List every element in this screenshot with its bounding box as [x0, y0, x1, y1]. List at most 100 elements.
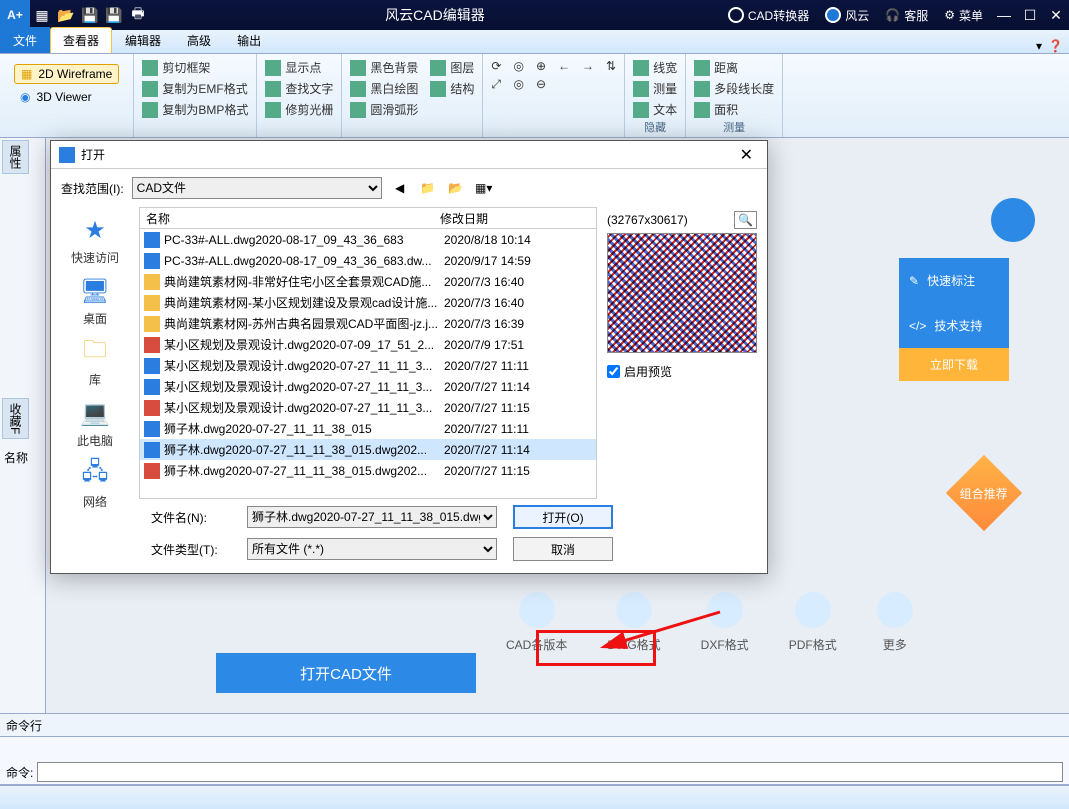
file-list[interactable]: PC-33#-ALL.dwg2020-08-17_09_43_36_683202… — [139, 229, 597, 499]
ribbon-nav6[interactable]: ⊖ — [536, 76, 546, 92]
side-desktop[interactable]: 🖥桌面 — [77, 276, 113, 327]
ribbon-text[interactable]: 文本 — [633, 100, 677, 119]
ribbon-linewidth[interactable]: 线宽 — [633, 58, 677, 77]
preview-zoom-icon[interactable]: 🔍 — [734, 211, 757, 229]
filename-field[interactable]: 狮子林.dwg2020-07-27_11_11_38_015.dwg — [247, 506, 497, 528]
file-row[interactable]: 某小区规划及景观设计.dwg2020-07-27_11_11_3...2020/… — [140, 376, 596, 397]
view-3d-viewer[interactable]: ◉3D Viewer — [14, 88, 119, 106]
open-button[interactable]: 打开(O) — [513, 505, 613, 529]
file-row[interactable]: 某小区规划及景观设计.dwg2020-07-09_17_51_2...2020/… — [140, 334, 596, 355]
ribbon-nav5[interactable]: ⊕ — [536, 58, 546, 74]
tab-viewer[interactable]: 查看器 — [50, 27, 112, 53]
ribbon-nav2[interactable]: ⤢ — [491, 76, 501, 93]
cad-converter-button[interactable]: CAD转换器 — [720, 0, 817, 30]
dialog-close-icon[interactable]: ✕ — [734, 145, 759, 165]
ribbon-nav4[interactable]: ◎ — [513, 76, 523, 92]
saveas-icon[interactable]: 💾 — [102, 7, 126, 24]
side-libraries[interactable]: 🗀库 — [77, 337, 113, 388]
ribbon-nav9[interactable]: ⇅ — [606, 58, 616, 74]
fmt-cad[interactable]: CAD各版本 — [506, 592, 567, 653]
ribbon-cut-frame[interactable]: 剪切框架 — [142, 58, 248, 77]
translate-fab-icon[interactable] — [991, 198, 1035, 242]
file-row[interactable]: 狮子林.dwg2020-07-27_11_11_38_0152020/7/27 … — [140, 418, 596, 439]
ribbon-group-hide-label: 隐藏 — [633, 119, 677, 135]
properties-panel-tab[interactable]: 属性 — [2, 140, 29, 174]
print-icon[interactable]: 🖶 — [126, 3, 150, 27]
help-icon[interactable]: ❓ — [1048, 39, 1063, 53]
ribbon-polyline-len[interactable]: 多段线长度 — [694, 79, 774, 98]
fmt-more[interactable]: 更多 — [877, 592, 913, 653]
view-menu-icon[interactable]: ▦▾ — [474, 178, 494, 198]
ribbon-structure[interactable]: 结构 — [430, 79, 474, 98]
ribbon-area[interactable]: 面积 — [694, 100, 774, 119]
dropdown-icon[interactable]: ▾ — [1036, 39, 1042, 53]
ribbon-nav7[interactable]: ← — [558, 58, 570, 74]
file-row[interactable]: PC-33#-ALL.dwg2020-08-17_09_43_36_683202… — [140, 229, 596, 250]
open-cad-button[interactable]: 打开CAD文件 — [216, 653, 476, 693]
fmt-pdf[interactable]: PDF格式 — [789, 592, 837, 653]
command-header: 命令行 — [0, 713, 1069, 737]
name-label: 名称 — [0, 441, 45, 474]
file-row[interactable]: 典尚建筑素材网-苏州古典名园景观CAD平面图-jz.j...2020/7/3 1… — [140, 313, 596, 334]
filetype-field[interactable]: 所有文件 (*.*) — [247, 538, 497, 560]
side-tech-support[interactable]: </>技术支持 — [899, 303, 1009, 348]
open-icon[interactable]: 📂 — [54, 7, 78, 24]
command-prompt: 命令: — [6, 764, 33, 781]
app-title: 风云CAD编辑器 — [150, 5, 720, 25]
ribbon-black-bg[interactable]: 黑色背景 — [350, 58, 418, 77]
ribbon-measure[interactable]: 测量 — [633, 79, 677, 98]
fmt-dwg[interactable]: DWG格式 — [607, 592, 660, 653]
back-icon[interactable]: ◀ — [390, 178, 410, 198]
ribbon-copy-emf[interactable]: 复制为EMF格式 — [142, 79, 248, 98]
tab-output[interactable]: 输出 — [224, 27, 274, 53]
ribbon-smooth-arc[interactable]: 圆滑弧形 — [350, 100, 418, 119]
up-icon[interactable]: 📁 — [418, 178, 438, 198]
file-row[interactable]: PC-33#-ALL.dwg2020-08-17_09_43_36_683.dw… — [140, 250, 596, 271]
close-icon[interactable]: ✕ — [1043, 7, 1069, 24]
menu-button[interactable]: ⚙菜单 — [936, 0, 991, 30]
ribbon-nav8[interactable]: → — [582, 58, 594, 74]
cancel-button[interactable]: 取消 — [513, 537, 613, 561]
file-row[interactable]: 典尚建筑素材网-非常好住宅小区全套景观CAD施...2020/7/3 16:40 — [140, 271, 596, 292]
file-row[interactable]: 狮子林.dwg2020-07-27_11_11_38_015.dwg202...… — [140, 460, 596, 481]
side-quick-access[interactable]: ★快速访问 — [71, 215, 119, 266]
fmt-dxf[interactable]: DXF格式 — [701, 592, 749, 653]
file-row[interactable]: 狮子林.dwg2020-07-27_11_11_38_015.dwg202...… — [140, 439, 596, 460]
ribbon-layers[interactable]: 图层 — [430, 58, 474, 77]
ribbon-group-measure-label: 测量 — [694, 119, 774, 135]
file-list-header[interactable]: 名称 修改日期 — [139, 207, 597, 229]
fengyun-button[interactable]: 风云 — [817, 0, 877, 30]
look-in-select[interactable]: CAD文件 — [132, 177, 382, 199]
new-folder-icon[interactable]: 📂 — [446, 178, 466, 198]
dialog-sidebar: ★快速访问 🖥桌面 🗀库 💻此电脑 🖧网络 — [51, 207, 139, 499]
tab-file[interactable]: 文件 — [0, 27, 50, 53]
format-row: CAD各版本 DWG格式 DXF格式 PDF格式 更多 — [506, 592, 913, 653]
ribbon-trim-raster[interactable]: 修剪光栅 — [265, 100, 333, 119]
enable-preview-checkbox[interactable]: 启用预览 — [607, 357, 757, 380]
ribbon-show-points[interactable]: 显示点 — [265, 58, 333, 77]
ribbon-copy-bmp[interactable]: 复制为BMP格式 — [142, 100, 248, 119]
side-this-pc[interactable]: 💻此电脑 — [77, 398, 113, 449]
view-2d-wireframe[interactable]: ▦2D Wireframe — [14, 64, 119, 84]
save-icon[interactable]: 💾 — [78, 7, 102, 24]
command-input[interactable] — [37, 762, 1063, 782]
maximize-icon[interactable]: ☐ — [1017, 7, 1043, 24]
file-row[interactable]: 某小区规划及景观设计.dwg2020-07-27_11_11_3...2020/… — [140, 397, 596, 418]
side-download[interactable]: 立即下载 — [899, 348, 1009, 381]
tab-editor[interactable]: 编辑器 — [112, 27, 174, 53]
tab-advanced[interactable]: 高级 — [174, 27, 224, 53]
side-quick-annotate[interactable]: ✎快速标注 — [899, 258, 1009, 303]
file-row[interactable]: 典尚建筑素材网-某小区规划建设及景观cad设计施...2020/7/3 16:4… — [140, 292, 596, 313]
file-row[interactable]: 某小区规划及景观设计.dwg2020-07-27_11_11_3...2020/… — [140, 355, 596, 376]
favorites-panel-tab[interactable]: 收藏F — [2, 398, 29, 439]
ribbon-nav3[interactable]: ◎ — [513, 58, 523, 74]
look-in-label: 查找范围(I): — [61, 180, 124, 197]
ribbon-distance[interactable]: 距离 — [694, 58, 774, 77]
new-icon[interactable]: ▦ — [30, 7, 54, 24]
support-button[interactable]: 🎧客服 — [877, 0, 936, 30]
ribbon-bw-draw[interactable]: 黑白绘图 — [350, 79, 418, 98]
ribbon-find-text[interactable]: 查找文字 — [265, 79, 333, 98]
preview-thumb — [607, 233, 757, 353]
minimize-icon[interactable]: — — [991, 7, 1017, 23]
ribbon-nav1[interactable]: ⟳ — [491, 58, 501, 74]
